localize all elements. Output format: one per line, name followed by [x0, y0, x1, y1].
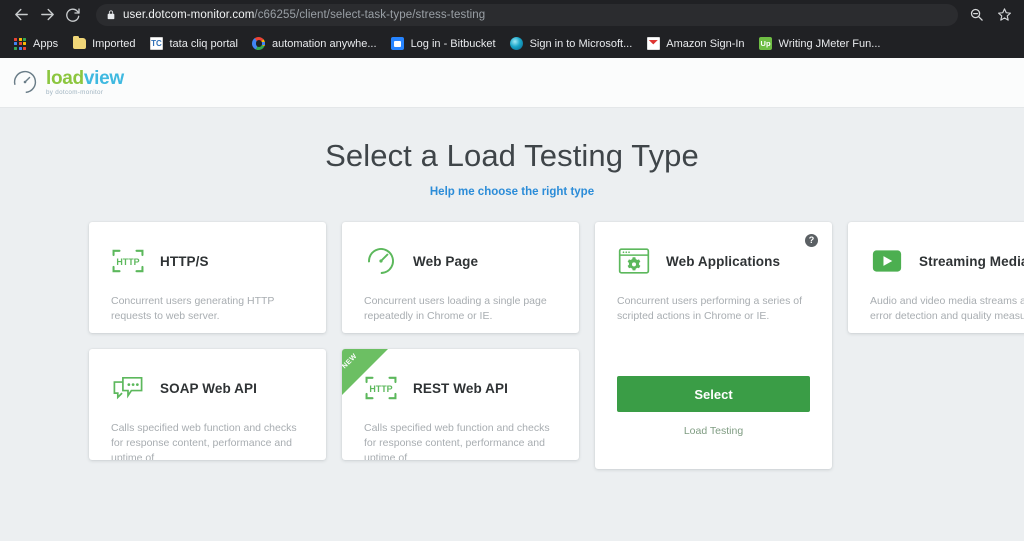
url-text: user.dotcom-monitor.com/c66255/client/se… — [123, 9, 485, 21]
card-description: Calls specified web function and checks … — [364, 421, 557, 460]
card-soap-web-api[interactable]: SOAP Web API Calls specified web functio… — [89, 349, 326, 460]
url-path: /c66255/client/select-task-type/stress-t… — [254, 9, 485, 21]
help-icon[interactable]: ? — [805, 234, 818, 247]
card-description: Concurrent users generating HTTP request… — [111, 294, 304, 324]
card-column-4: Streaming Media Audio and video media st… — [848, 222, 1024, 349]
card-title: Web Page — [413, 254, 478, 269]
select-button[interactable]: Select — [617, 376, 810, 412]
logo-word-load: load — [46, 68, 84, 89]
card-http[interactable]: HTTP HTTP/S Concurrent users generating … — [89, 222, 326, 333]
speedometer-icon — [12, 69, 38, 95]
bookmark-label: Sign in to Microsoft... — [530, 38, 633, 50]
browser-chrome: user.dotcom-monitor.com/c66255/client/se… — [0, 0, 1024, 58]
loadview-logo[interactable]: loadview by dotcom-monitor — [12, 69, 124, 96]
bookmark-label: automation anywhe... — [272, 38, 377, 50]
page-title: Select a Load Testing Type — [0, 138, 1024, 174]
card-title: Web Applications — [666, 254, 780, 269]
card-description: Audio and video media streams avail erro… — [870, 294, 1024, 324]
card-header: HTTP REST Web API — [364, 371, 557, 405]
tc-favicon: TC — [150, 37, 164, 51]
logo-wordmark: loadview — [46, 69, 124, 88]
card-streaming-media[interactable]: Streaming Media Audio and video media st… — [848, 222, 1024, 333]
bookmark-microsoft-signin[interactable]: Sign in to Microsoft... — [504, 33, 639, 55]
browser-nav-bar: user.dotcom-monitor.com/c66255/client/se… — [0, 0, 1024, 29]
logo-word-view: view — [84, 68, 124, 89]
cards-grid: HTTP HTTP/S Concurrent users generating … — [89, 222, 1024, 476]
back-arrow-icon[interactable] — [8, 2, 34, 28]
card-web-applications[interactable]: ? — [595, 222, 832, 469]
forward-arrow-icon[interactable] — [34, 2, 60, 28]
url-domain: user.dotcom-monitor.com — [123, 9, 254, 21]
card-header: Web Page — [364, 244, 557, 278]
upwork-favicon: Up — [759, 37, 773, 51]
amazon-favicon — [646, 37, 660, 51]
star-icon[interactable] — [992, 3, 1016, 27]
card-title: REST Web API — [413, 381, 508, 396]
card-column-1: HTTP HTTP/S Concurrent users generating … — [89, 222, 326, 476]
card-title: HTTP/S — [160, 254, 209, 269]
bookmark-label: Writing JMeter Fun... — [779, 38, 881, 50]
bookmarks-bar: Apps Imported TC tata cliq portal automa… — [0, 29, 1024, 58]
cards-area: HTTP HTTP/S Concurrent users generating … — [0, 222, 1024, 476]
card-description: Calls specified web function and checks … — [111, 421, 304, 460]
card-column-2: Web Page Concurrent users loading a sing… — [342, 222, 579, 476]
card-header: SOAP Web API — [111, 371, 304, 405]
page-content: loadview by dotcom-monitor Select a Load… — [0, 58, 1024, 541]
svg-text:HTTP: HTTP — [116, 257, 139, 267]
speech-bubbles-icon — [111, 371, 145, 405]
bookmark-label: tata cliq portal — [170, 38, 238, 50]
card-description: Concurrent users loading a single page r… — [364, 294, 557, 324]
help-choose-link[interactable]: Help me choose the right type — [430, 186, 594, 198]
browser-gear-icon — [617, 244, 651, 278]
bitbucket-favicon — [391, 37, 405, 51]
card-title: SOAP Web API — [160, 381, 257, 396]
new-ribbon: NEW — [342, 349, 388, 395]
address-bar[interactable]: user.dotcom-monitor.com/c66255/client/se… — [96, 4, 958, 26]
omnibox-actions — [964, 3, 1016, 27]
bookmark-automation-anywhere[interactable]: automation anywhe... — [246, 33, 383, 55]
app-header: loadview by dotcom-monitor — [0, 58, 1024, 108]
logo-tagline: by dotcom-monitor — [46, 90, 124, 96]
bookmark-tata-cliq-portal[interactable]: TC tata cliq portal — [144, 33, 244, 55]
http-bracket-icon: HTTP — [111, 244, 145, 278]
card-header: Streaming Media — [870, 244, 1024, 278]
card-header: Web Applications — [617, 244, 810, 278]
bookmark-imported[interactable]: Imported — [66, 33, 141, 55]
google-favicon — [252, 37, 266, 51]
lock-icon — [106, 9, 116, 21]
card-column-3: ? — [595, 222, 832, 469]
bookmark-writing-jmeter[interactable]: Up Writing JMeter Fun... — [753, 33, 887, 55]
play-button-icon — [870, 244, 904, 278]
bookmark-label: Apps — [33, 38, 58, 50]
bookmark-label: Amazon Sign-In — [666, 38, 744, 50]
bookmark-label: Imported — [92, 38, 135, 50]
microsoft-favicon — [510, 37, 524, 51]
new-ribbon-label: NEW — [342, 353, 359, 371]
folder-icon — [72, 37, 86, 51]
bookmark-bitbucket[interactable]: Log in - Bitbucket — [385, 33, 502, 55]
bookmark-apps[interactable]: Apps — [7, 33, 64, 55]
title-area: Select a Load Testing Type Help me choos… — [0, 138, 1024, 200]
card-web-page[interactable]: Web Page Concurrent users loading a sing… — [342, 222, 579, 333]
card-footnote: Load Testing — [617, 425, 810, 437]
zoom-out-icon[interactable] — [964, 3, 988, 27]
bookmark-amazon-signin[interactable]: Amazon Sign-In — [640, 33, 750, 55]
reload-icon[interactable] — [60, 2, 86, 28]
bookmark-label: Log in - Bitbucket — [411, 38, 496, 50]
card-header: HTTP HTTP/S — [111, 244, 304, 278]
apps-grid-icon — [13, 37, 27, 51]
card-title: Streaming Media — [919, 254, 1024, 269]
card-rest-web-api[interactable]: NEW HTTP REST Web API — [342, 349, 579, 460]
card-description: Concurrent users performing a series of … — [617, 294, 810, 324]
speedometer-gauge-icon — [364, 244, 398, 278]
